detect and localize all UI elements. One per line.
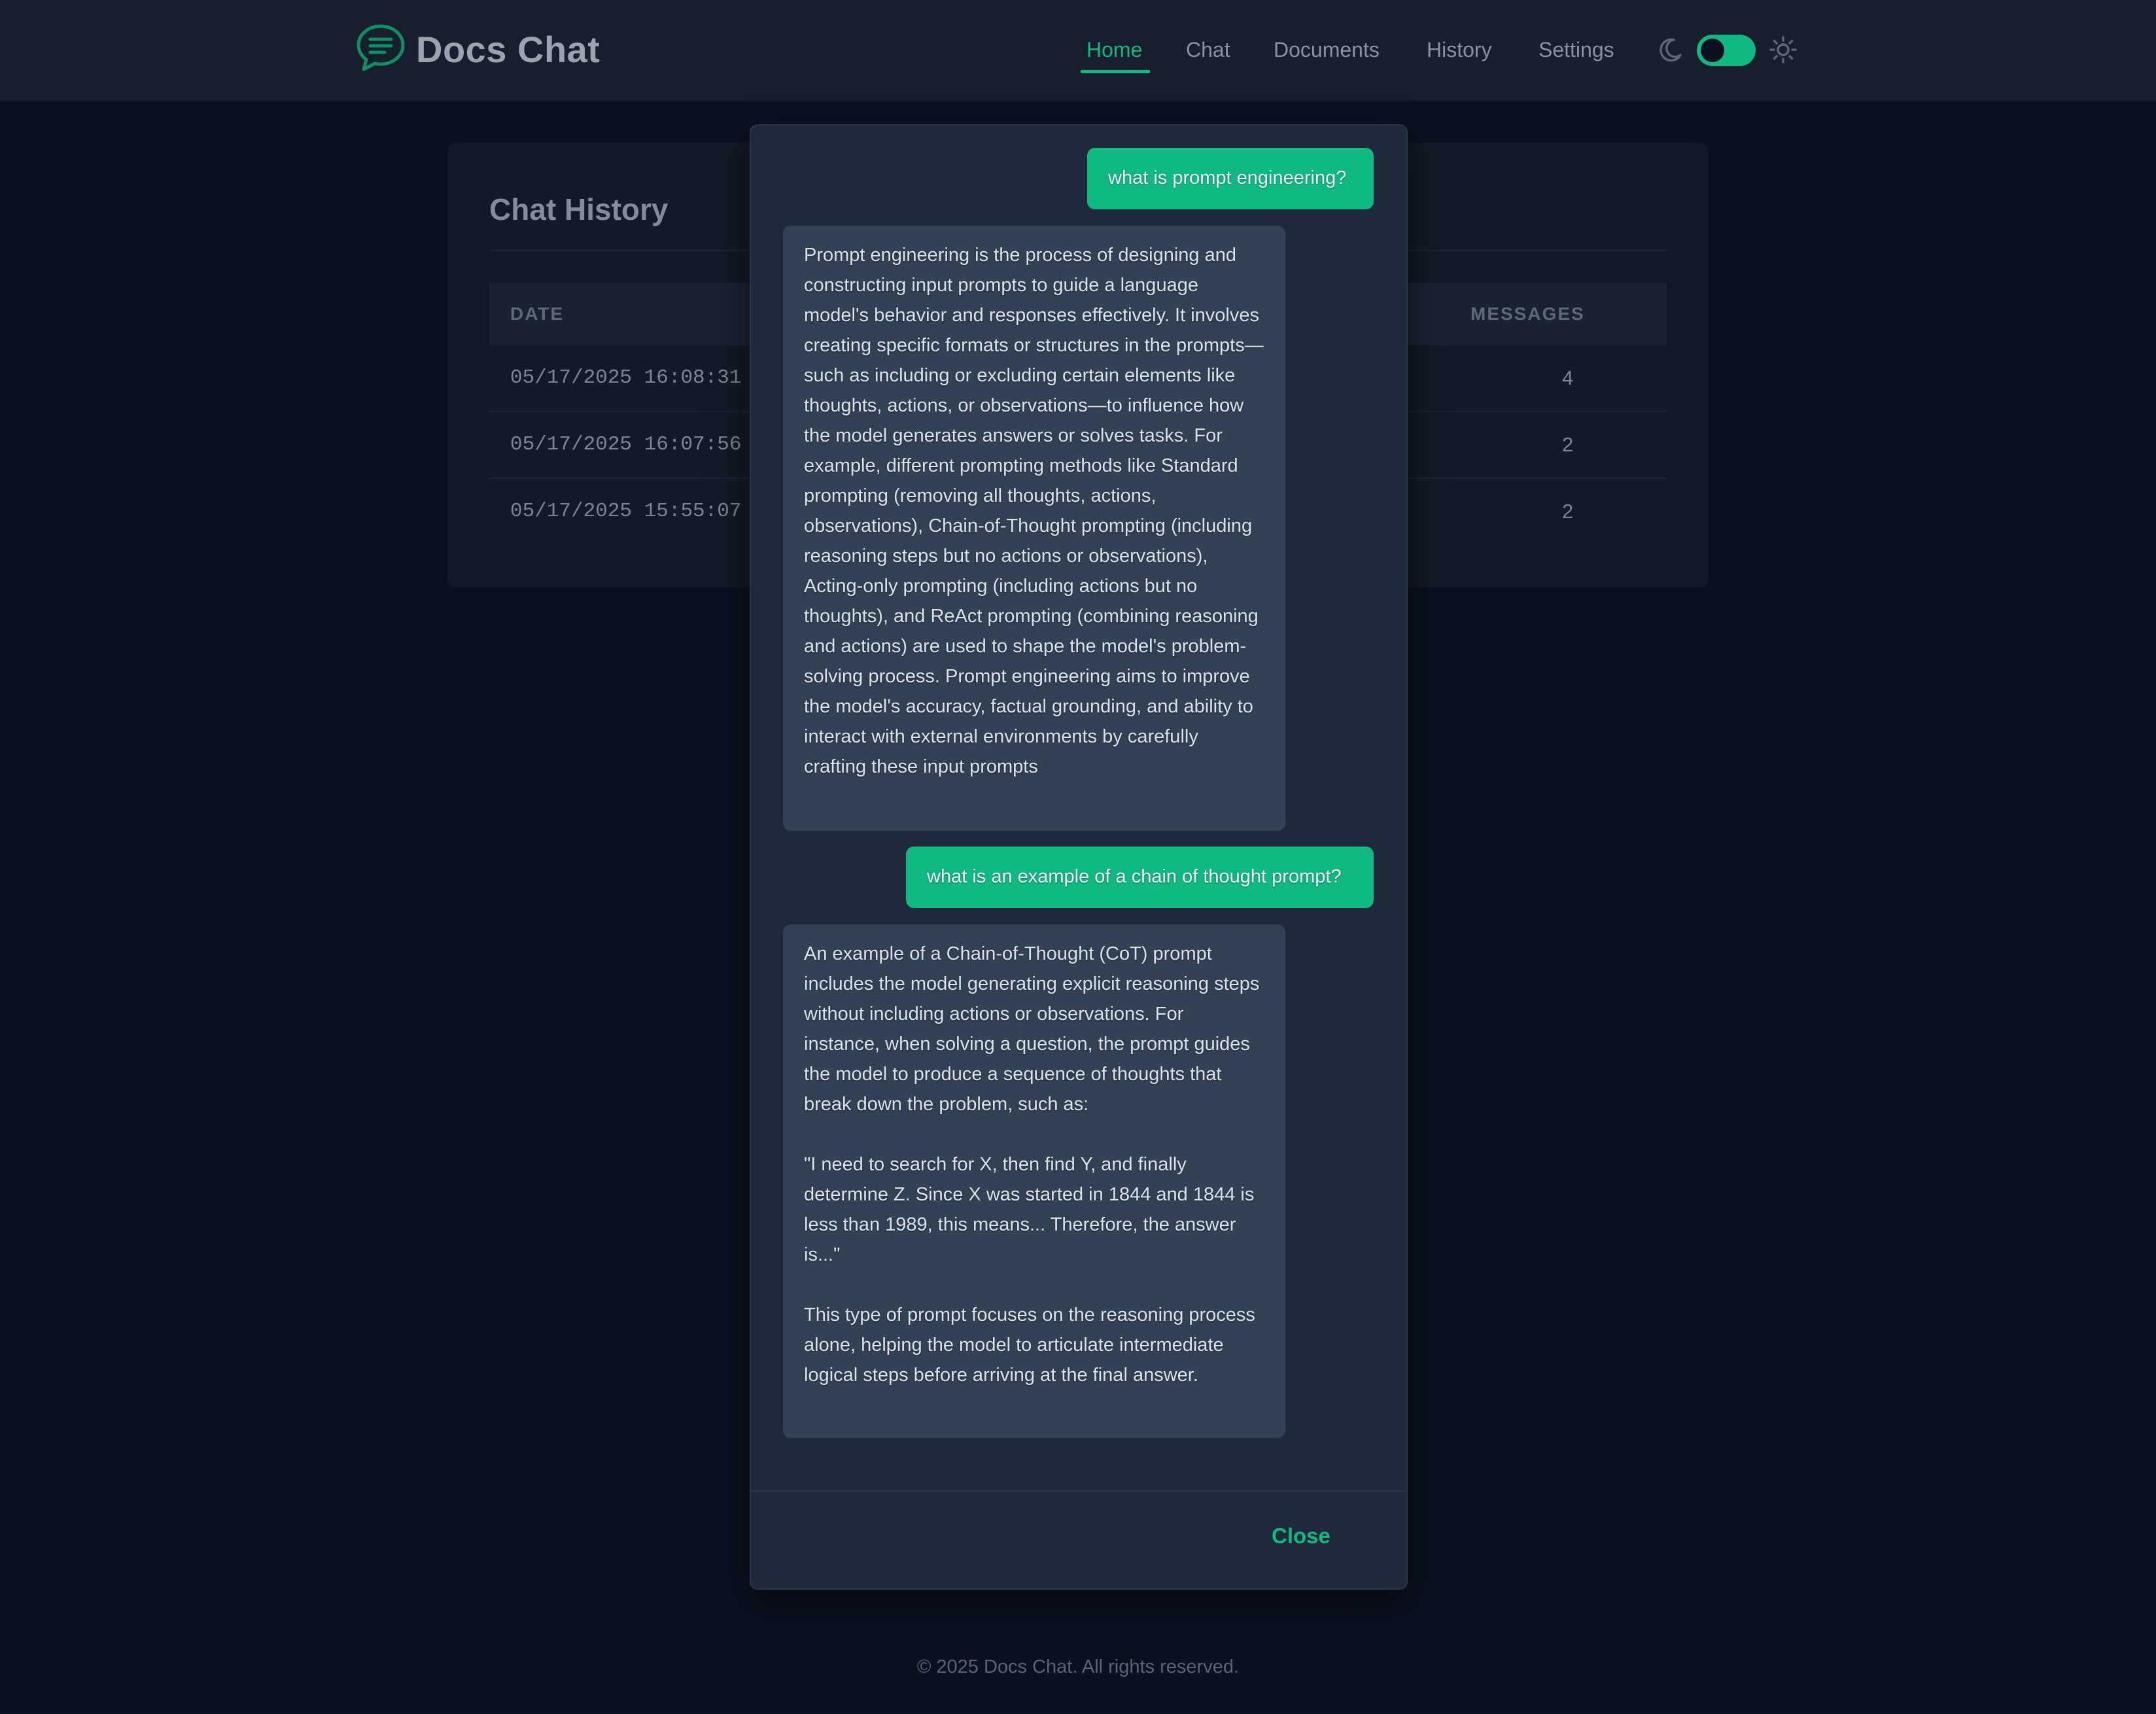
page-footer: © 2025 Docs Chat. All rights reserved. xyxy=(916,1656,1240,1677)
user-message: what is prompt engineering? xyxy=(1087,148,1374,209)
nav-active-indicator xyxy=(1081,70,1150,73)
page-title: Chat History xyxy=(489,192,669,226)
assistant-message-text: "I need to search for X, then find Y, an… xyxy=(804,1154,1255,1265)
user-message: what is an example of a chain of thought… xyxy=(906,847,1374,908)
theme-toggle[interactable] xyxy=(1697,35,1756,66)
nav-chat[interactable]: Chat xyxy=(1186,33,1230,67)
nav-history[interactable]: History xyxy=(1427,33,1492,67)
moon-icon xyxy=(1660,38,1682,62)
assistant-message: Prompt engineering is the process of des… xyxy=(783,226,1285,831)
assistant-message-text: An example of a Chain-of-Thought (CoT) p… xyxy=(804,943,1260,1115)
sun-icon xyxy=(1769,36,1797,63)
assistant-message-text: This type of prompt focuses on the reaso… xyxy=(804,1304,1255,1386)
modal-footer-divider xyxy=(751,1490,1406,1492)
theme-toggle-knob xyxy=(1701,39,1724,62)
row-date: 05/17/2025 16:07:56 xyxy=(510,433,742,456)
row-message-count: 2 xyxy=(1562,500,1574,523)
column-header-messages: MESSAGES xyxy=(1470,304,1585,324)
column-header-date: DATE xyxy=(510,304,565,324)
brand-name[interactable]: Docs Chat xyxy=(416,26,600,73)
close-button[interactable]: Close xyxy=(1272,1522,1330,1550)
row-message-count: 4 xyxy=(1562,366,1574,389)
row-date: 05/17/2025 15:55:07 xyxy=(510,500,742,523)
row-date: 05/17/2025 16:08:31 xyxy=(510,366,742,389)
nav-documents[interactable]: Documents xyxy=(1274,33,1380,67)
row-message-count: 2 xyxy=(1562,433,1574,456)
assistant-message-text: Prompt engineering is the process of des… xyxy=(804,245,1264,777)
chat-detail-modal: what is prompt engineering? Prompt engin… xyxy=(750,124,1408,1590)
assistant-message: An example of a Chain-of-Thought (CoT) p… xyxy=(783,924,1285,1438)
chat-bubble-logo-icon xyxy=(356,24,405,71)
nav-settings[interactable]: Settings xyxy=(1539,33,1614,67)
nav-home[interactable]: Home xyxy=(1087,33,1142,67)
top-navbar: Docs Chat Home Chat Documents History Se… xyxy=(0,0,2156,101)
